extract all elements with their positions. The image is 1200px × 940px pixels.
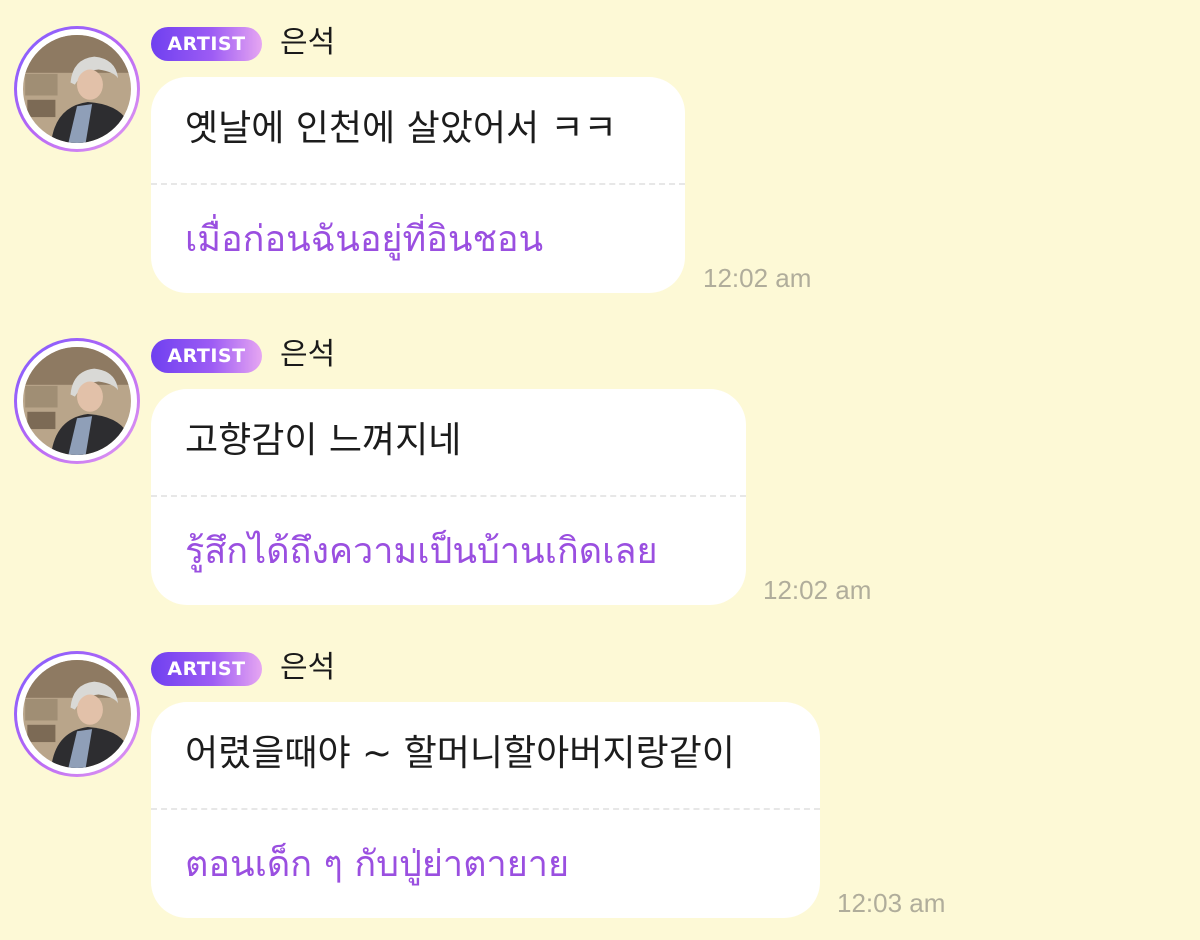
avatar[interactable]: [14, 651, 140, 777]
message-text: 고향감이 느껴지네: [185, 420, 462, 461]
translation-text: ตอนเด็ก ๆ กับปู่ย่าตายาย: [185, 844, 570, 885]
message-text: 옛날에 인천에 살았어서 ㅋㅋ: [185, 108, 617, 149]
chat-message: ARTIST 은석 고향감이 느껴지네 รู้สึกได้ถึงความเป็น…: [0, 312, 1200, 612]
bubble-divider: [151, 183, 685, 185]
artist-badge: ARTIST: [151, 27, 262, 61]
avatar[interactable]: [14, 26, 140, 152]
artist-badge: ARTIST: [151, 652, 262, 686]
translation-text: รู้สึกได้ถึงความเป็นบ้านเกิดเลย: [185, 531, 658, 572]
message-bubble[interactable]: 어렸을때야 ~ 할머니할아버지랑같이 ตอนเด็ก ๆ กับปู่ย่าตา…: [151, 702, 820, 918]
sender-name[interactable]: 은석: [280, 336, 335, 374]
bubble-divider: [151, 808, 820, 810]
bubble-divider: [151, 495, 746, 497]
message-text: 어렸을때야 ~ 할머니할아버지랑같이: [185, 733, 735, 774]
sender-name[interactable]: 은석: [280, 649, 335, 687]
timestamp: 12:02 am: [703, 263, 812, 293]
chat-message: ARTIST 은석 어렸을때야 ~ 할머니할아버지랑같이 ตอนเด็ก ๆ ก…: [0, 625, 1200, 925]
artist-profile-photo-icon: [23, 347, 131, 455]
message-bubble[interactable]: 옛날에 인천에 살았어서 ㅋㅋ เมื่อก่อนฉันอยู่ที่อินชอ…: [151, 77, 685, 293]
artist-profile-photo-icon: [23, 660, 131, 768]
timestamp: 12:03 am: [837, 888, 946, 918]
artist-badge: ARTIST: [151, 339, 262, 373]
avatar[interactable]: [14, 338, 140, 464]
chat-message: ARTIST 은석 옛날에 인천에 살았어서 ㅋㅋ เมื่อก่อนฉันอย…: [0, 0, 1200, 300]
translation-text: เมื่อก่อนฉันอยู่ที่อินชอน: [185, 219, 544, 260]
artist-profile-photo-icon: [23, 35, 131, 143]
sender-name[interactable]: 은석: [280, 24, 335, 62]
timestamp: 12:02 am: [763, 575, 872, 605]
message-bubble[interactable]: 고향감이 느껴지네 รู้สึกได้ถึงความเป็นบ้านเกิดเล…: [151, 389, 746, 605]
